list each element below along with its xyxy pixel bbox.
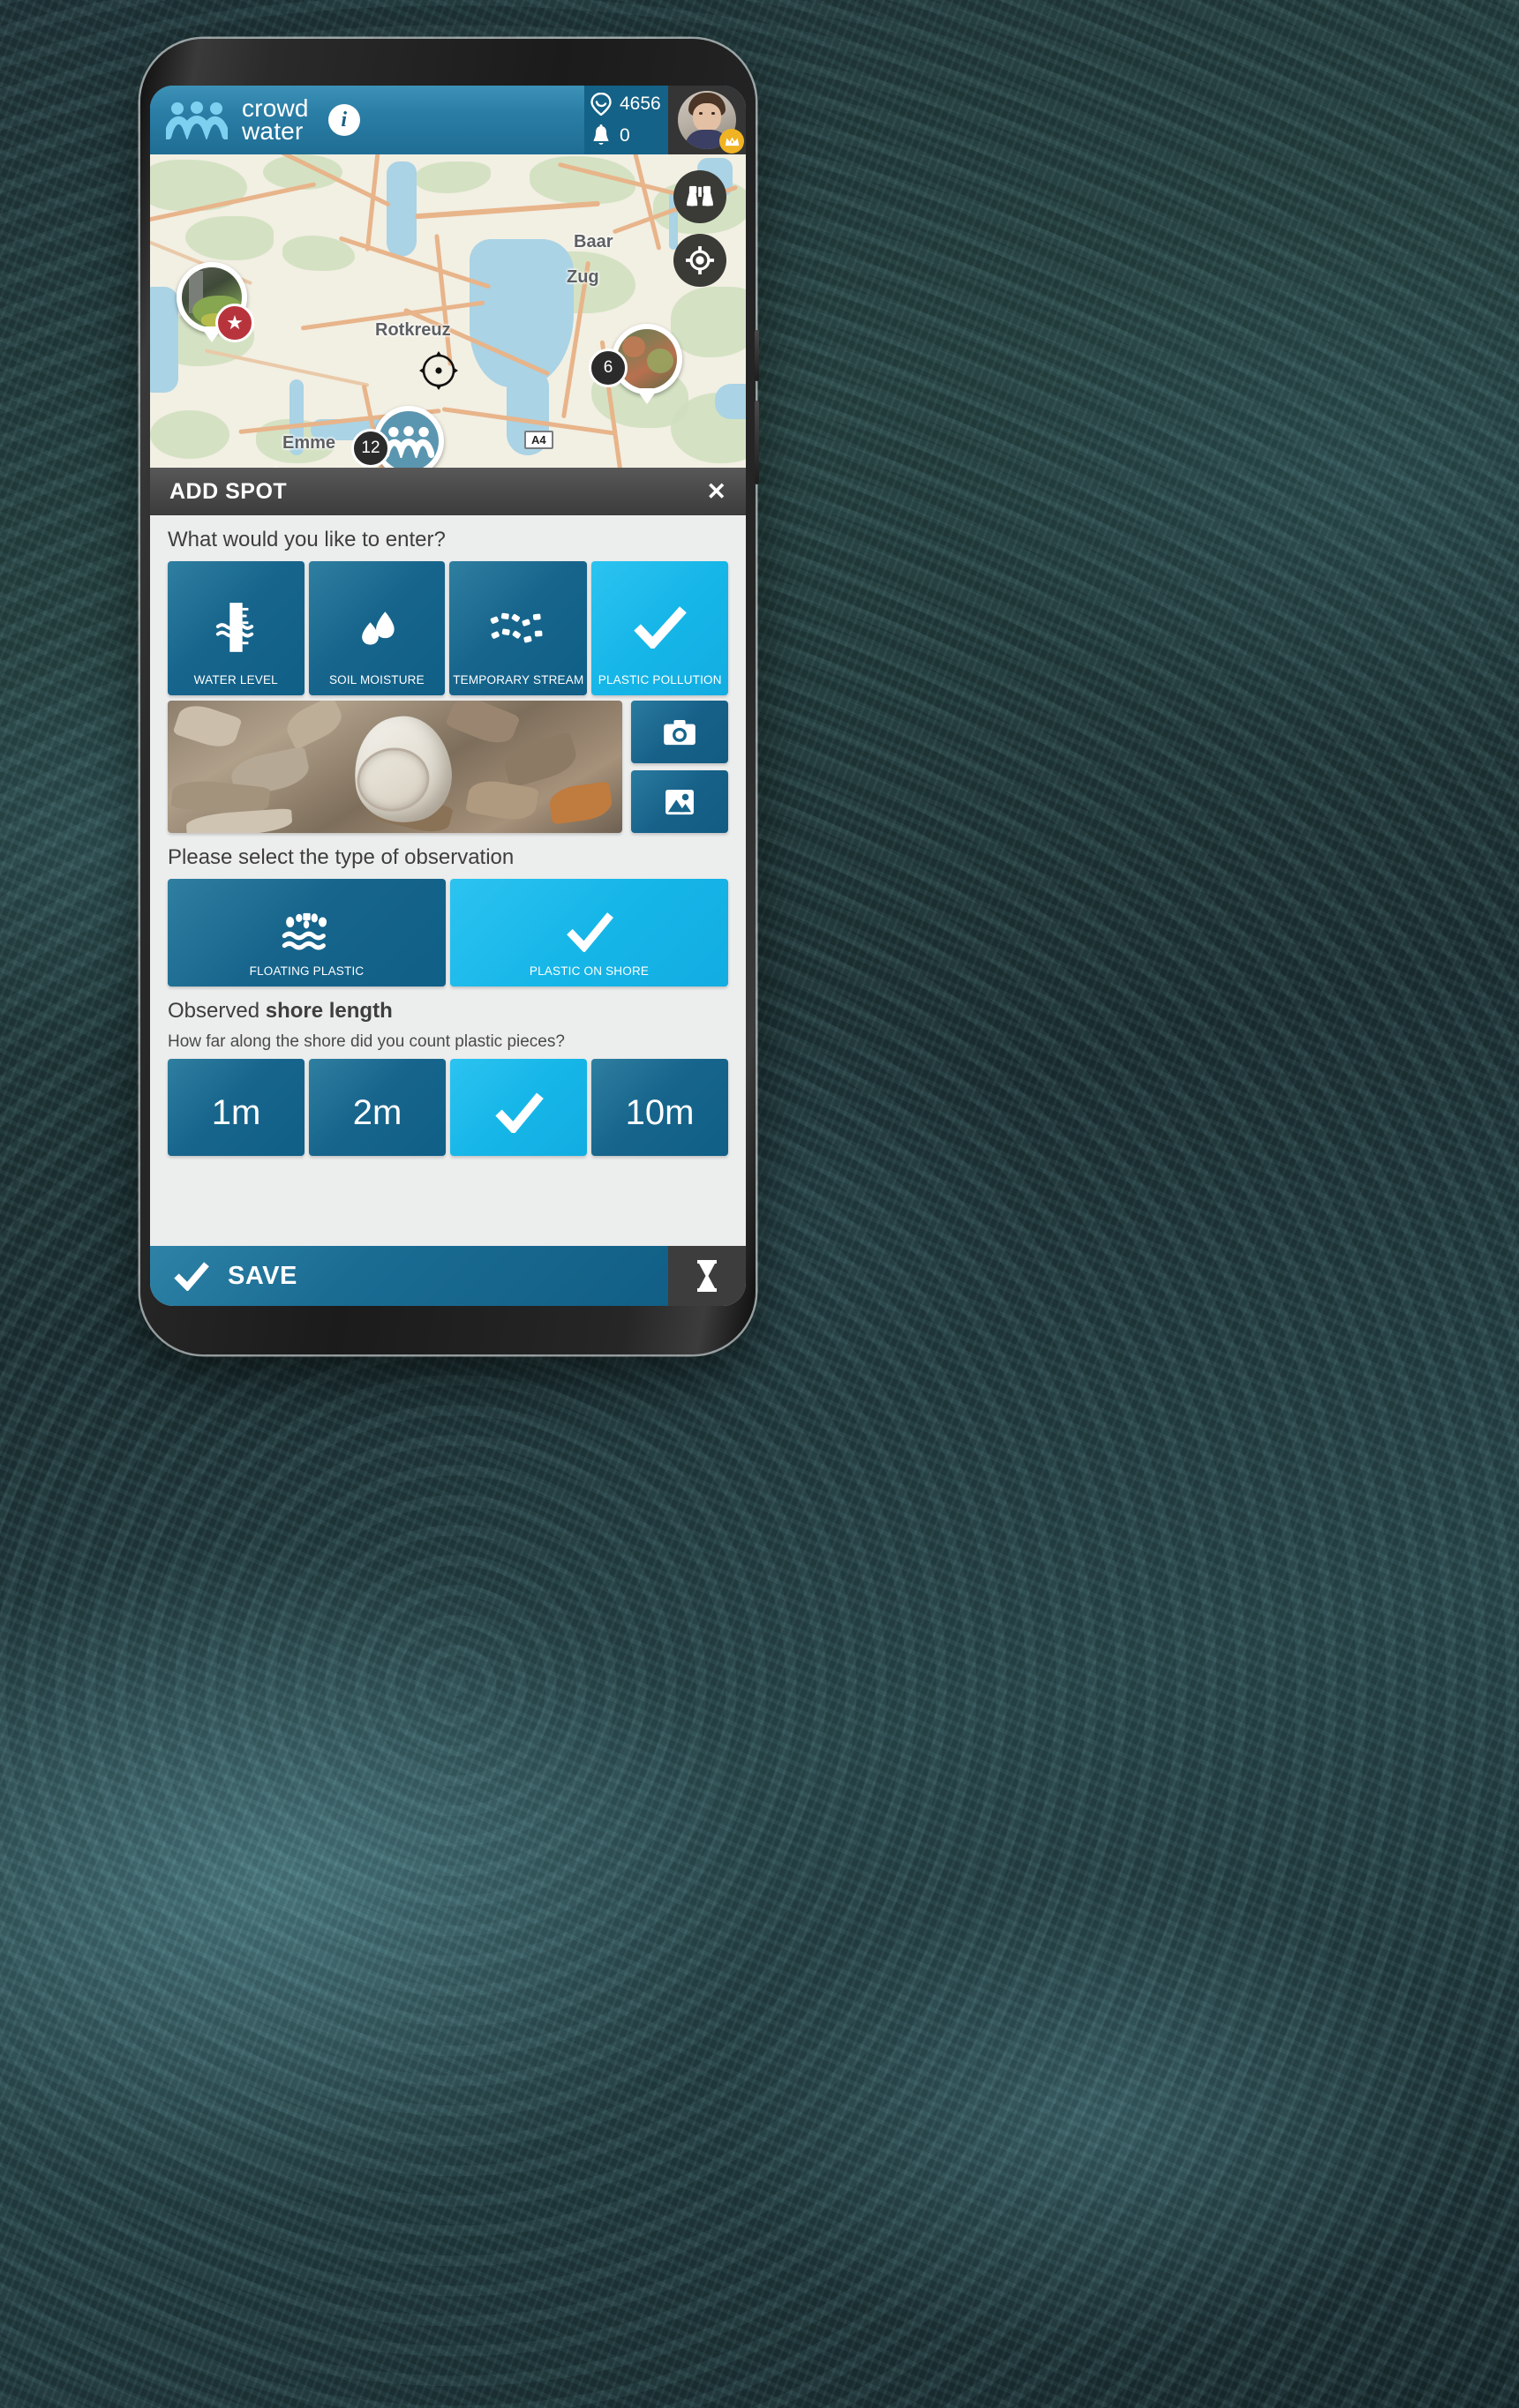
entry-type-water-level[interactable]: WATER LEVEL xyxy=(168,561,305,695)
spot-count-value: 4656 xyxy=(620,94,661,114)
water-level-icon xyxy=(171,581,301,673)
map-view[interactable]: Baar Zug Rotkreuz Emme Luzern A4 xyxy=(150,154,746,468)
observation-type-options: FLOATING PLASTIC PLASTIC ON SHORE xyxy=(150,879,746,986)
save-button[interactable]: SAVE xyxy=(150,1246,668,1306)
bell-icon xyxy=(590,124,613,147)
binoculars-icon[interactable] xyxy=(673,170,726,223)
info-icon[interactable]: i xyxy=(327,104,360,136)
entry-type-plastic-pollution-label: PLASTIC POLLUTION xyxy=(598,673,722,686)
question-shore-length-bold: shore length xyxy=(265,999,393,1023)
question-shore-length: Observed shore length xyxy=(150,986,746,1032)
map-cluster-left-count: 12 xyxy=(351,429,390,468)
check-icon xyxy=(454,1078,583,1147)
shore-length-2m[interactable]: 2m xyxy=(309,1059,446,1156)
map-cluster-right-count: 6 xyxy=(589,349,628,387)
crowdwater-logo-icon xyxy=(166,101,228,139)
app-title-line2: water xyxy=(242,117,304,145)
shore-length-options: 1m 2m 10m xyxy=(150,1059,746,1156)
avatar-face xyxy=(693,103,721,132)
spot-count-stat[interactable]: 4656 xyxy=(590,89,663,119)
shore-length-1m-label: 1m xyxy=(211,1092,261,1132)
observation-type-plastic-on-shore[interactable]: PLASTIC ON SHORE xyxy=(450,879,728,986)
add-spot-form: What would you like to enter? WATER LEVE… xyxy=(150,515,746,1246)
question-observation-type: Please select the type of observation xyxy=(168,845,515,869)
close-icon[interactable]: ✕ xyxy=(706,479,726,504)
entry-type-options: WATER LEVEL SOIL MOISTURE TEMPORARY STRE… xyxy=(150,561,746,695)
avatar-eye-right xyxy=(711,112,715,115)
shore-length-5m[interactable] xyxy=(450,1059,587,1156)
photo-buttons xyxy=(631,701,728,833)
page-title: ADD SPOT xyxy=(169,478,288,504)
check-icon xyxy=(595,581,725,673)
question-shore-length-prefix: Observed xyxy=(168,999,266,1023)
map-label-baar: Baar xyxy=(574,232,613,251)
map-label-rotkreuz: Rotkreuz xyxy=(375,320,451,340)
notification-stat[interactable]: 0 xyxy=(590,121,663,151)
shore-length-10m-label: 10m xyxy=(625,1092,695,1132)
soil-moisture-icon xyxy=(312,581,442,673)
header-stats: 4656 0 xyxy=(584,86,668,154)
locate-me-icon[interactable] xyxy=(673,234,726,287)
spot-pin-icon xyxy=(590,93,613,116)
question-entry-type: What would you like to enter? xyxy=(168,528,446,551)
entry-type-water-level-label: WATER LEVEL xyxy=(193,673,278,686)
map-label-emmen: Emme xyxy=(282,433,336,453)
map-label-luzern: Luzern xyxy=(274,465,332,468)
map-cluster-right[interactable]: 6 xyxy=(589,324,682,404)
phone-screen: crowd water i 4656 0 Baar Zug Rotkreuz E… xyxy=(150,86,746,1306)
avatar-eye-left xyxy=(699,112,703,115)
crowdwater-app: crowd water i 4656 0 Baar Zug Rotkreuz E… xyxy=(150,86,746,1306)
entry-type-soil-moisture[interactable]: SOIL MOISTURE xyxy=(308,561,446,695)
app-title: crowd water xyxy=(242,96,309,145)
map-pin-favourite-spot[interactable]: ★ xyxy=(177,262,254,342)
observation-type-floating-plastic[interactable]: FLOATING PLASTIC xyxy=(168,879,446,986)
user-avatar-button[interactable] xyxy=(668,86,746,154)
shore-length-1m[interactable]: 1m xyxy=(168,1059,305,1156)
star-marker-icon: ★ xyxy=(215,304,254,342)
check-icon xyxy=(173,1261,210,1291)
save-button-label: SAVE xyxy=(228,1261,297,1290)
motorway-shield-a4: A4 xyxy=(524,431,553,449)
entry-type-soil-moisture-label: SOIL MOISTURE xyxy=(328,673,425,686)
map-crosshair-icon xyxy=(418,350,459,391)
notification-count-value: 0 xyxy=(620,125,630,146)
entry-type-temporary-stream[interactable]: TEMPORARY STREAM xyxy=(449,561,588,695)
check-icon xyxy=(454,898,725,964)
shore-length-2m-label: 2m xyxy=(352,1092,402,1132)
photo-section xyxy=(150,695,746,833)
phone-side-button-power xyxy=(755,401,759,484)
map-cluster-right-tail xyxy=(635,388,658,404)
app-header-brand[interactable]: crowd water i xyxy=(150,86,584,154)
map-cluster-left[interactable]: 12 xyxy=(351,406,444,468)
hourglass-icon[interactable] xyxy=(668,1246,746,1306)
phone-side-button-volume xyxy=(755,330,759,381)
observation-type-floating-plastic-label: FLOATING PLASTIC xyxy=(249,964,365,978)
temporary-stream-icon xyxy=(453,581,583,673)
gallery-icon[interactable] xyxy=(631,770,728,833)
add-spot-sheet-header: ADD SPOT ✕ xyxy=(150,468,746,515)
crown-badge-icon xyxy=(719,129,744,154)
camera-icon[interactable] xyxy=(631,701,728,763)
floating-plastic-icon xyxy=(171,898,442,964)
entry-type-plastic-pollution[interactable]: PLASTIC POLLUTION xyxy=(591,561,729,695)
shore-length-10m[interactable]: 10m xyxy=(591,1059,728,1156)
map-label-zug: Zug xyxy=(567,267,599,287)
entry-type-temporary-stream-label: TEMPORARY STREAM xyxy=(453,673,584,686)
phone-device-frame: crowd water i 4656 0 Baar Zug Rotkreuz E… xyxy=(140,39,759,1354)
footer-action-bar: SAVE xyxy=(150,1246,746,1306)
plastic-cup-rim xyxy=(353,743,434,816)
observation-type-plastic-on-shore-label: PLASTIC ON SHORE xyxy=(529,964,650,978)
question-shore-length-sub: How far along the shore did you count pl… xyxy=(168,1032,565,1051)
app-header: crowd water i 4656 0 xyxy=(150,86,746,154)
observation-photo[interactable] xyxy=(168,701,622,833)
